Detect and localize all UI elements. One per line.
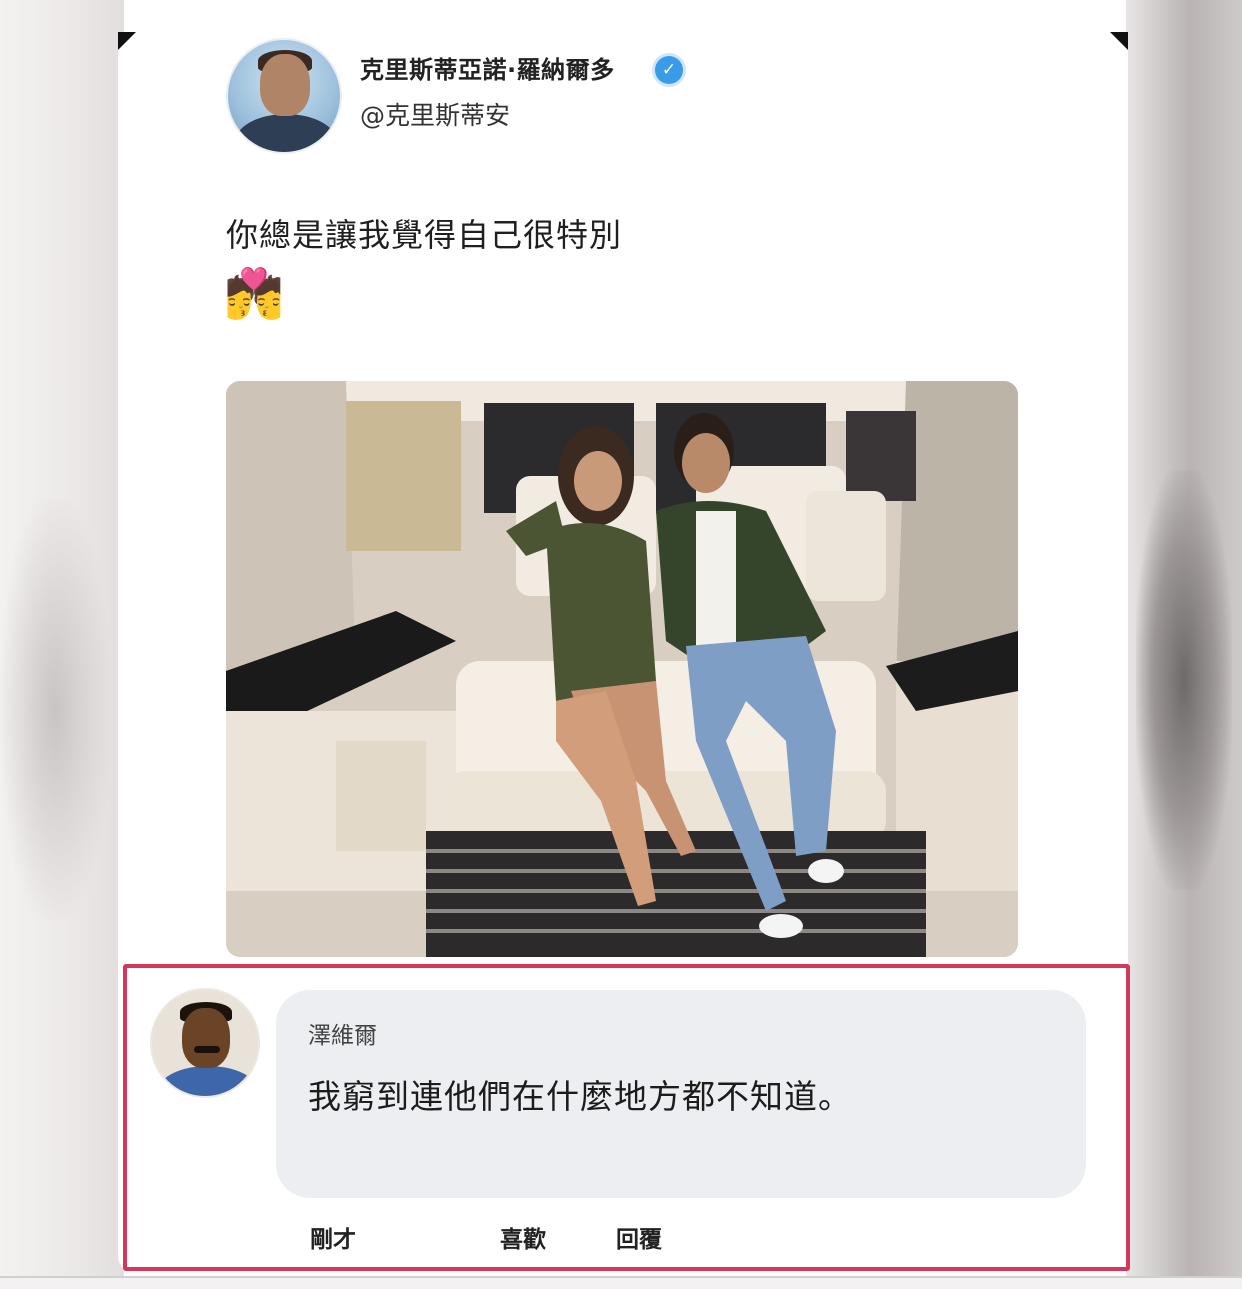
reply-button[interactable]: 回覆 bbox=[616, 1220, 662, 1254]
verified-icon: ✓ bbox=[655, 56, 683, 84]
author-handle[interactable]: @克里斯蒂安 bbox=[360, 96, 510, 132]
couple-in-van-photo-icon bbox=[226, 381, 1018, 957]
top-margin bbox=[0, 0, 1242, 30]
author-avatar[interactable] bbox=[226, 38, 342, 154]
commenter-avatar[interactable] bbox=[150, 988, 260, 1098]
comment-text: 我窮到連他們在什麼地方都不知道。 bbox=[308, 1077, 852, 1116]
like-button[interactable]: 喜歡 bbox=[500, 1220, 546, 1254]
blurred-backdrop-left bbox=[0, 0, 124, 1289]
commenter-name[interactable]: 澤維爾 bbox=[308, 1016, 377, 1050]
kiss-emoji: 💏 bbox=[224, 266, 284, 322]
blurred-backdrop-right bbox=[1126, 0, 1242, 1289]
post-photo[interactable] bbox=[226, 381, 1018, 957]
comment-timestamp: 剛才 bbox=[310, 1227, 356, 1253]
bottom-edge bbox=[0, 1276, 1242, 1289]
post-text: 你總是讓我覺得自己很特別 bbox=[226, 216, 623, 254]
author-name[interactable]: 克里斯蒂亞諾·羅納爾多 bbox=[360, 50, 615, 85]
